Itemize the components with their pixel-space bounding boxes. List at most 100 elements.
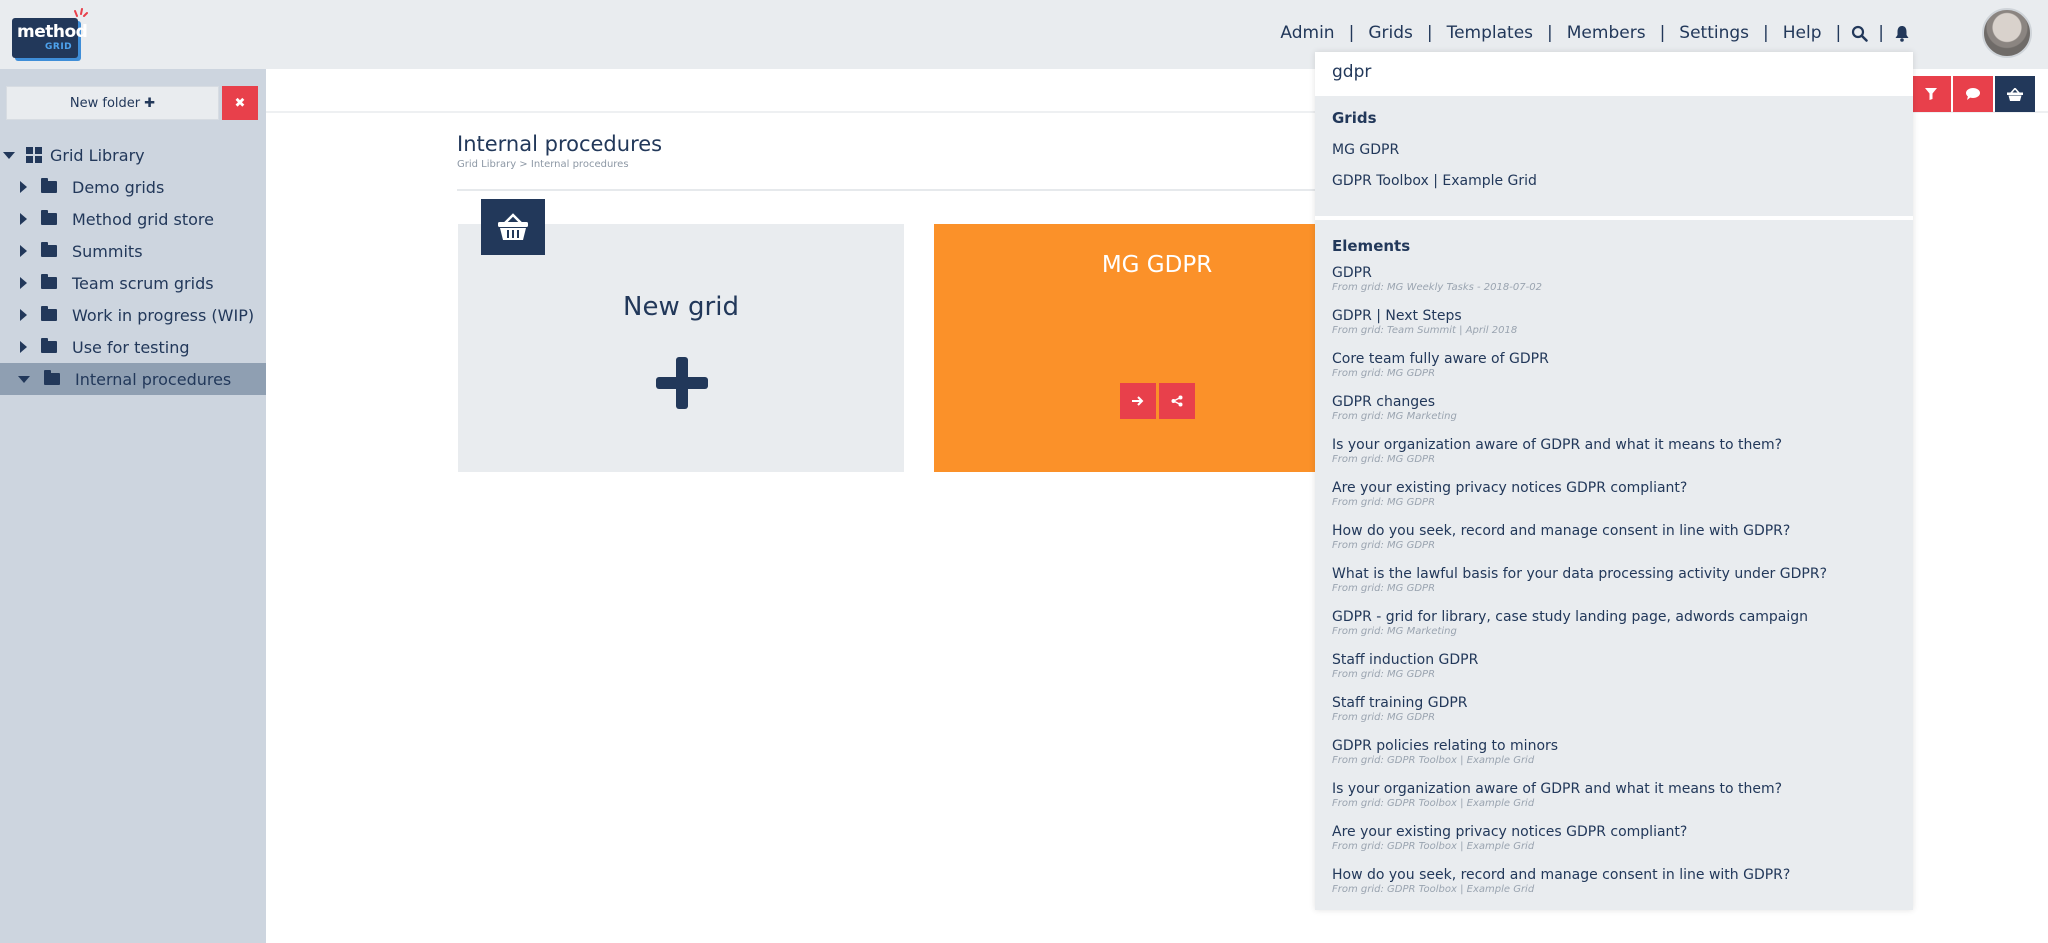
- folder-icon: [41, 306, 57, 321]
- folder-label: Summits: [72, 241, 143, 261]
- folder-icon: [41, 210, 57, 225]
- nav-admin[interactable]: Admin: [1266, 23, 1348, 43]
- basket-icon: [2007, 87, 2023, 101]
- element-result-item[interactable]: Staff training GDPR From grid: MG GDPR: [1332, 695, 1902, 724]
- tree-root-grid-library[interactable]: Grid Library: [0, 139, 266, 171]
- element-source: From grid: MG GDPR: [1332, 583, 1436, 594]
- element-result-item[interactable]: GDPR policies relating to minors From gr…: [1332, 738, 1902, 767]
- user-avatar[interactable]: [1982, 8, 2032, 58]
- folder-icon: [41, 274, 57, 289]
- element-title: Staff induction GDPR: [1332, 652, 1479, 668]
- filter-icon: [1925, 88, 1937, 100]
- tree-folder-work-in-progress[interactable]: Work in progress (WIP): [0, 299, 266, 331]
- element-result-item[interactable]: GDPR - grid for library, case study land…: [1332, 609, 1902, 638]
- element-result-item[interactable]: How do you seek, record and manage conse…: [1332, 523, 1902, 552]
- arrow-right-icon: [1132, 396, 1144, 406]
- element-result-item[interactable]: GDPR changes From grid: MG Marketing: [1332, 394, 1902, 423]
- sidebar: New folder ✚ ✖ Grid Library Demo grids M…: [0, 69, 266, 943]
- element-source: From grid: GDPR Toolbox | Example Grid: [1332, 798, 1535, 809]
- search-results-dropdown: Grids MG GDPR GDPR Toolbox | Example Gri…: [1315, 52, 1913, 910]
- grid-icon: [26, 147, 42, 163]
- tree-folder-demo-grids[interactable]: Demo grids: [0, 171, 266, 203]
- search-icon[interactable]: [1841, 25, 1878, 42]
- element-result-item[interactable]: What is the lawful basis for your data p…: [1332, 566, 1902, 595]
- element-result-item[interactable]: How do you seek, record and manage conse…: [1332, 867, 1902, 896]
- element-result-item[interactable]: Are your existing privacy notices GDPR c…: [1332, 824, 1902, 853]
- basket-icon: [498, 213, 528, 240]
- element-title: Is your organization aware of GDPR and w…: [1332, 437, 1783, 453]
- nav-members[interactable]: Members: [1553, 23, 1660, 43]
- element-source: From grid: MG GDPR: [1332, 712, 1436, 723]
- filter-button[interactable]: [1911, 76, 1951, 112]
- folder-tree: Grid Library Demo grids Method grid stor…: [0, 139, 266, 395]
- grids-heading: Grids: [1332, 109, 1377, 127]
- plus-icon: [656, 357, 708, 409]
- divider: [1315, 92, 1913, 96]
- element-result-item[interactable]: Is your organization aware of GDPR and w…: [1332, 781, 1902, 810]
- caret-down-icon[interactable]: [3, 151, 15, 159]
- caret-right-icon[interactable]: [20, 277, 27, 289]
- element-title: Are your existing privacy notices GDPR c…: [1332, 480, 1688, 496]
- caret-right-icon[interactable]: [20, 181, 27, 193]
- caret-right-icon[interactable]: [20, 341, 27, 353]
- caret-right-icon[interactable]: [20, 309, 27, 321]
- folder-label: Demo grids: [72, 177, 165, 197]
- element-source: From grid: MG Marketing: [1332, 411, 1457, 422]
- new-folder-button[interactable]: New folder ✚: [6, 86, 219, 120]
- element-source: From grid: MG GDPR: [1332, 368, 1436, 379]
- basket-button[interactable]: [1995, 76, 2035, 112]
- open-grid-button[interactable]: [1120, 383, 1156, 419]
- bell-icon[interactable]: [1884, 25, 1920, 42]
- caret-right-icon[interactable]: [20, 245, 27, 257]
- element-title: Is your organization aware of GDPR and w…: [1332, 781, 1783, 797]
- element-title: GDPR: [1332, 265, 1372, 281]
- share-grid-button[interactable]: [1159, 383, 1195, 419]
- grid-result-item[interactable]: GDPR Toolbox | Example Grid: [1332, 173, 1537, 189]
- nav-grids[interactable]: Grids: [1354, 23, 1427, 43]
- nav-templates[interactable]: Templates: [1433, 23, 1547, 43]
- grid-card-mg-gdpr[interactable]: MG GDPR: [934, 224, 1334, 472]
- grid-store-basket-button[interactable]: [481, 199, 545, 255]
- close-button[interactable]: ✖: [222, 86, 258, 120]
- nav-settings[interactable]: Settings: [1665, 23, 1763, 43]
- page-title: Internal procedures: [457, 132, 663, 156]
- element-title: GDPR | Next Steps: [1332, 308, 1462, 324]
- folder-icon: [41, 178, 57, 193]
- folder-label: Method grid store: [72, 209, 214, 229]
- element-source: From grid: MG GDPR: [1332, 454, 1436, 465]
- breadcrumb[interactable]: Grid Library > Internal procedures: [457, 159, 629, 170]
- folder-icon: [44, 370, 60, 385]
- tree-folder-use-for-testing[interactable]: Use for testing: [0, 331, 266, 363]
- comments-button[interactable]: [1953, 76, 1993, 112]
- folder-label: Work in progress (WIP): [72, 305, 255, 325]
- element-source: From grid: MG Weekly Tasks - 2018-07-02: [1332, 282, 1542, 293]
- element-result-item[interactable]: Are your existing privacy notices GDPR c…: [1332, 480, 1902, 509]
- element-title: Staff training GDPR: [1332, 695, 1468, 711]
- new-grid-card[interactable]: New grid: [458, 224, 904, 472]
- element-source: From grid: GDPR Toolbox | Example Grid: [1332, 841, 1535, 852]
- element-source: From grid: MG GDPR: [1332, 497, 1436, 508]
- folder-label: Team scrum grids: [72, 273, 214, 293]
- element-result-item[interactable]: Staff induction GDPR From grid: MG GDPR: [1332, 652, 1902, 681]
- element-source: From grid: MG Marketing: [1332, 626, 1457, 637]
- element-title: GDPR changes: [1332, 394, 1436, 410]
- element-result-item[interactable]: GDPR From grid: MG Weekly Tasks - 2018-0…: [1332, 265, 1902, 294]
- caret-right-icon[interactable]: [20, 213, 27, 225]
- search-input[interactable]: [1315, 52, 1913, 92]
- grid-result-item[interactable]: MG GDPR: [1332, 142, 1399, 158]
- element-title: How do you seek, record and manage conse…: [1332, 523, 1791, 539]
- caret-down-icon[interactable]: [18, 375, 30, 383]
- tree-folder-method-grid-store[interactable]: Method grid store: [0, 203, 266, 235]
- nav-help[interactable]: Help: [1769, 23, 1836, 43]
- folder-icon: [41, 242, 57, 257]
- element-source: From grid: MG GDPR: [1332, 669, 1436, 680]
- tree-folder-internal-procedures[interactable]: Internal procedures: [0, 363, 266, 395]
- tree-folder-team-scrum-grids[interactable]: Team scrum grids: [0, 267, 266, 299]
- element-result-item[interactable]: Is your organization aware of GDPR and w…: [1332, 437, 1902, 466]
- method-grid-logo[interactable]: method GRID: [12, 8, 88, 58]
- element-result-item[interactable]: Core team fully aware of GDPR From grid:…: [1332, 351, 1902, 380]
- tree-folder-summits[interactable]: Summits: [0, 235, 266, 267]
- element-title: Core team fully aware of GDPR: [1332, 351, 1549, 367]
- element-result-item[interactable]: GDPR | Next Steps From grid: Team Summit…: [1332, 308, 1902, 337]
- element-title: What is the lawful basis for your data p…: [1332, 566, 1827, 582]
